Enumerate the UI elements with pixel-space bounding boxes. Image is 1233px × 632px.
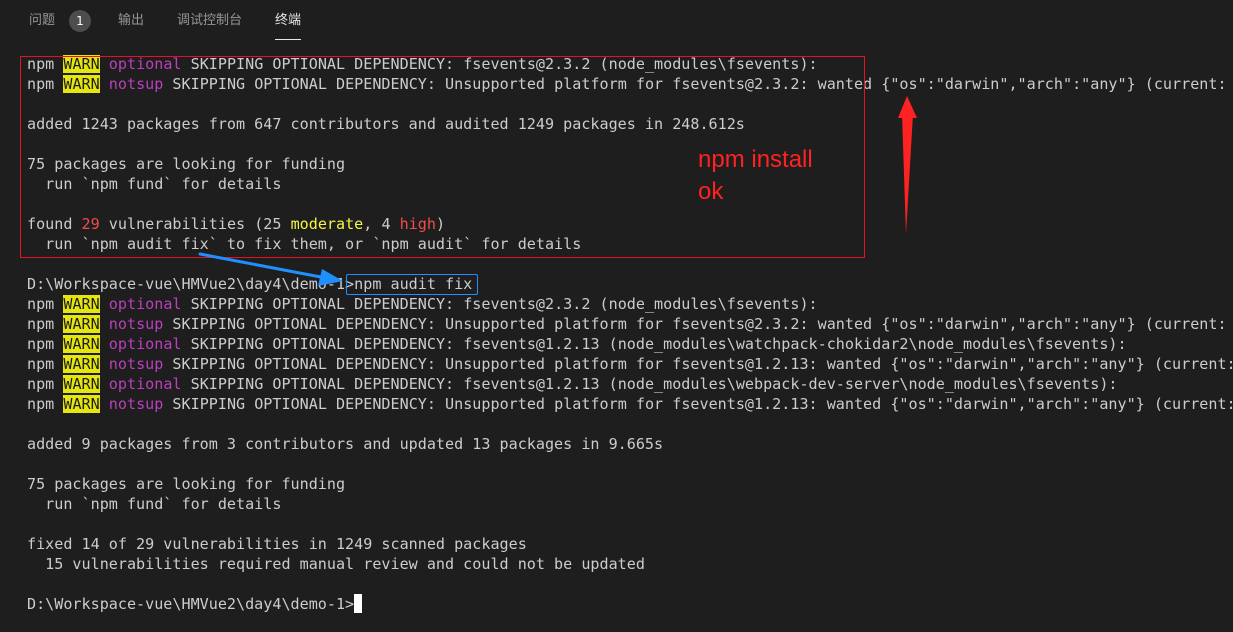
terminal-line: run `npm fund` for details	[27, 495, 282, 513]
terminal-prompt: D:\Workspace-vue\HMVue2\day4\demo-1>npm …	[27, 274, 472, 294]
warn-label: WARN	[63, 395, 100, 413]
tab-debug-console[interactable]: 调试控制台	[177, 0, 242, 42]
panel-tab-bar: 问题 1 输出 调试控制台 终端	[0, 0, 1233, 42]
terminal-line: run `npm fund` for details	[27, 175, 282, 193]
terminal-line: npm WARN notsup SKIPPING OPTIONAL DEPEND…	[27, 395, 1233, 413]
terminal-line: npm WARN notsup SKIPPING OPTIONAL DEPEND…	[27, 315, 1233, 333]
terminal-line: added 9 packages from 3 contributors and…	[27, 435, 664, 453]
terminal-cursor	[354, 594, 363, 613]
terminal-line: npm WARN optional SKIPPING OPTIONAL DEPE…	[27, 295, 818, 313]
tab-output[interactable]: 输出	[118, 0, 144, 42]
terminal-line: npm WARN optional SKIPPING OPTIONAL DEPE…	[27, 375, 1118, 393]
tab-problems[interactable]: 问题	[29, 0, 55, 42]
terminal-line: npm WARN notsup SKIPPING OPTIONAL DEPEND…	[27, 75, 1233, 93]
tab-problems-label: 问题	[29, 13, 56, 28]
terminal-output[interactable]: npm WARN optional SKIPPING OPTIONAL DEPE…	[0, 42, 1233, 632]
terminal-line: npm WARN optional SKIPPING OPTIONAL DEPE…	[27, 335, 1127, 353]
terminal-prompt[interactable]: D:\Workspace-vue\HMVue2\day4\demo-1>	[27, 594, 363, 614]
warn-label: WARN	[63, 55, 100, 73]
annotation-note-line1: npm install	[698, 146, 813, 173]
terminal-line: npm WARN optional SKIPPING OPTIONAL DEPE…	[27, 55, 818, 73]
warn-label: WARN	[63, 375, 100, 393]
prompt-command: npm audit fix	[354, 275, 473, 293]
prompt-path: D:\Workspace-vue\HMVue2\day4\demo-1>	[27, 595, 355, 613]
warn-label: WARN	[63, 295, 100, 313]
tab-debug-console-label: 调试控制台	[177, 13, 243, 28]
prompt-path: D:\Workspace-vue\HMVue2\day4\demo-1>	[27, 275, 355, 293]
warn-label: WARN	[63, 335, 100, 353]
terminal-line: npm WARN notsup SKIPPING OPTIONAL DEPEND…	[27, 355, 1233, 373]
terminal-line: found 29 vulnerabilities (25 moderate, 4…	[27, 215, 446, 233]
terminal-line: run `npm audit fix` to fix them, or `npm…	[27, 235, 582, 253]
terminal-line: 75 packages are looking for funding	[27, 475, 346, 493]
annotation-note-line2: ok	[698, 178, 724, 205]
warn-label: WARN	[63, 355, 100, 373]
terminal-line: added 1243 packages from 647 contributor…	[27, 115, 745, 133]
tab-terminal[interactable]: 终端	[275, 0, 302, 42]
active-tab-indicator	[275, 39, 302, 40]
warn-label: WARN	[63, 75, 100, 93]
terminal-line: fixed 14 of 29 vulnerabilities in 1249 s…	[27, 535, 527, 553]
problems-count-badge: 1	[69, 10, 91, 32]
tab-output-label: 输出	[118, 13, 145, 28]
tab-terminal-label: 终端	[275, 13, 302, 28]
terminal-line: 75 packages are looking for funding	[27, 155, 346, 173]
terminal-line: 15 vulnerabilities required manual revie…	[27, 555, 645, 573]
warn-label: WARN	[63, 315, 100, 333]
